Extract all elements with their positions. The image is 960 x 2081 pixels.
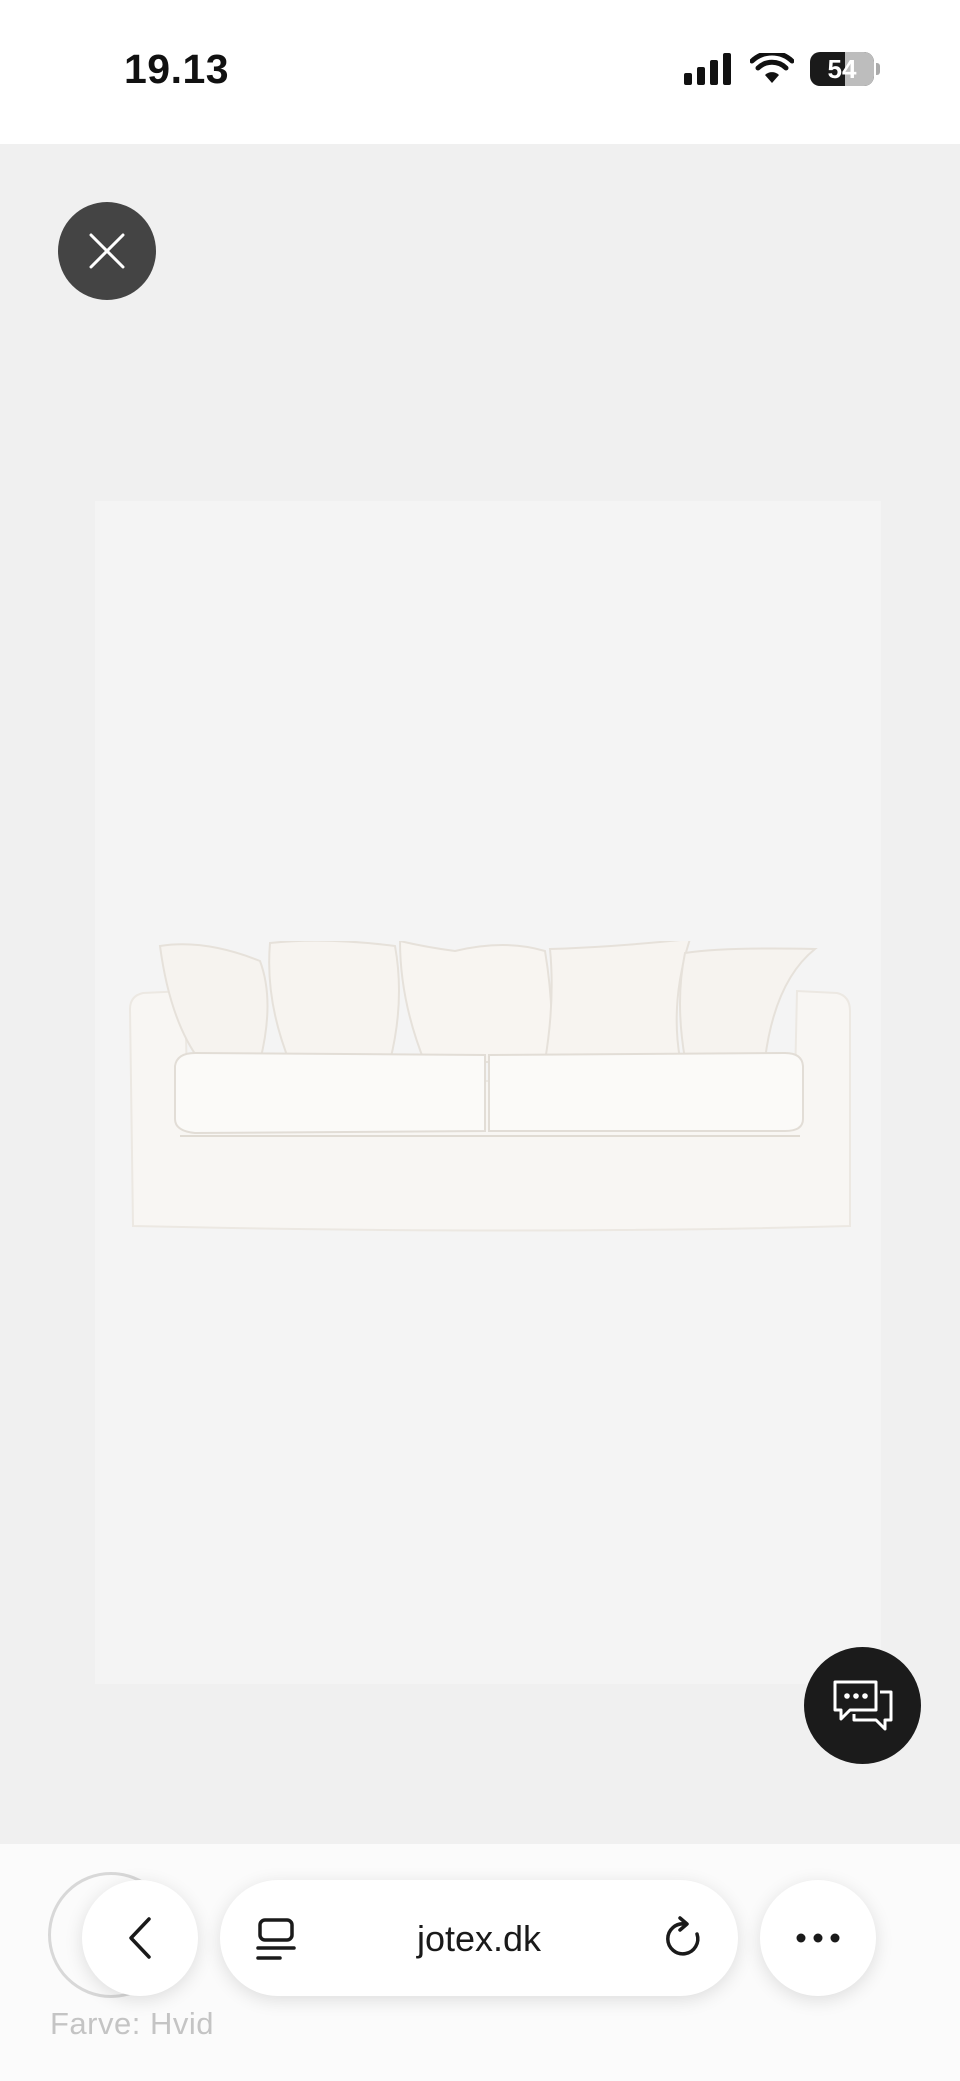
- reload-icon[interactable]: [664, 1916, 706, 1960]
- sofa-image: [125, 937, 855, 1241]
- more-button[interactable]: [760, 1880, 876, 1996]
- wifi-icon: [750, 53, 794, 83]
- close-icon: [89, 233, 125, 269]
- more-icon: [796, 1933, 840, 1943]
- image-viewer: [0, 144, 960, 1844]
- status-time: 19.13: [124, 46, 230, 92]
- chat-bubbles-icon: [833, 1680, 892, 1730]
- chat-button[interactable]: [804, 1647, 921, 1764]
- close-button[interactable]: [58, 202, 156, 300]
- battery-level: 54: [827, 53, 857, 84]
- status-bar: 19.13 54: [0, 0, 960, 144]
- battery-cap: [876, 63, 880, 75]
- chevron-left-icon: [129, 1917, 151, 1959]
- status-icons: 54: [684, 52, 880, 86]
- color-label: Farve: Hvid: [50, 2006, 214, 2041]
- url-text: jotex.dk: [416, 1918, 542, 1959]
- product-image-frame: [95, 501, 881, 1684]
- cellular-signal-icon: [684, 53, 731, 85]
- back-button[interactable]: [82, 1880, 198, 1996]
- address-bar[interactable]: jotex.dk: [220, 1880, 738, 1996]
- bottom-area: Farve: Hvid jotex.dk: [0, 1844, 960, 2081]
- battery-icon: 54: [810, 52, 874, 86]
